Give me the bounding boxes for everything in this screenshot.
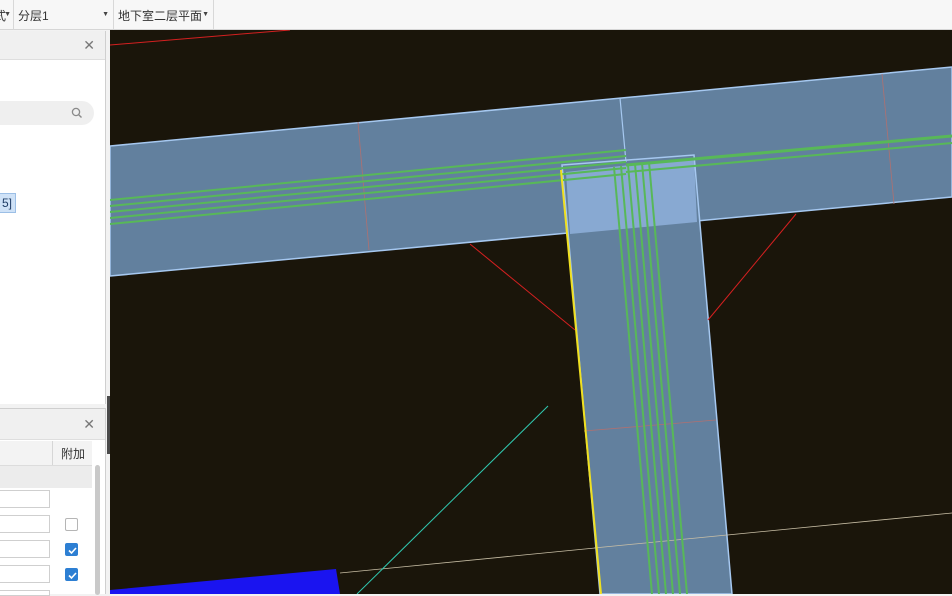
layer-dropdown[interactable]: 分层1 ▼	[14, 0, 114, 30]
top-toolbar: 式 ▼ 分层1 ▼ 地下室二层平面 ▼	[0, 0, 952, 30]
drawing-svg[interactable]	[110, 30, 952, 594]
check-icon	[68, 547, 77, 555]
layer-dropdown-label: 分层1	[18, 8, 49, 23]
attach-checkbox[interactable]	[65, 568, 78, 581]
selected-tag[interactable]: 5]	[0, 193, 17, 213]
table-cell-input[interactable]	[0, 515, 50, 533]
table-header: 附加	[0, 441, 92, 466]
close-icon[interactable]: ✕	[83, 38, 95, 52]
panel-header: ✕	[0, 31, 105, 60]
attach-checkbox[interactable]	[65, 518, 78, 531]
red-reference-line	[110, 30, 291, 46]
table-cell-input[interactable]	[0, 590, 50, 596]
cad-canvas[interactable]	[110, 30, 952, 594]
floor-plan-dropdown[interactable]: 地下室二层平面 ▼	[114, 0, 214, 30]
blue-region[interactable]	[110, 569, 340, 594]
red-reference-line	[707, 213, 797, 321]
panel-header: ✕	[0, 409, 105, 440]
table-group-row	[0, 466, 92, 488]
vertical-scrollbar[interactable]	[95, 465, 100, 595]
search-icon[interactable]	[70, 106, 84, 120]
attach-checkbox[interactable]	[65, 543, 78, 556]
mode-dropdown[interactable]: 式 ▼	[0, 0, 14, 30]
check-icon	[68, 572, 77, 580]
left-panel-top: ✕ 5]	[0, 31, 106, 404]
chevron-down-icon: ▼	[202, 11, 209, 18]
table-cell-input[interactable]	[0, 490, 50, 508]
search-input[interactable]	[0, 101, 94, 125]
table-cell-input[interactable]	[0, 540, 50, 558]
chevron-down-icon: ▼	[4, 11, 11, 18]
chevron-down-icon: ▼	[102, 11, 109, 18]
column-header-attach[interactable]: 附加	[52, 441, 93, 465]
close-icon[interactable]: ✕	[83, 417, 95, 431]
floor-plan-dropdown-label: 地下室二层平面	[118, 8, 203, 23]
cyan-reference-line	[356, 405, 549, 594]
red-reference-line	[469, 243, 576, 331]
table-cell-input[interactable]	[0, 565, 50, 583]
left-panel-bottom: ✕ 附加	[0, 408, 106, 596]
